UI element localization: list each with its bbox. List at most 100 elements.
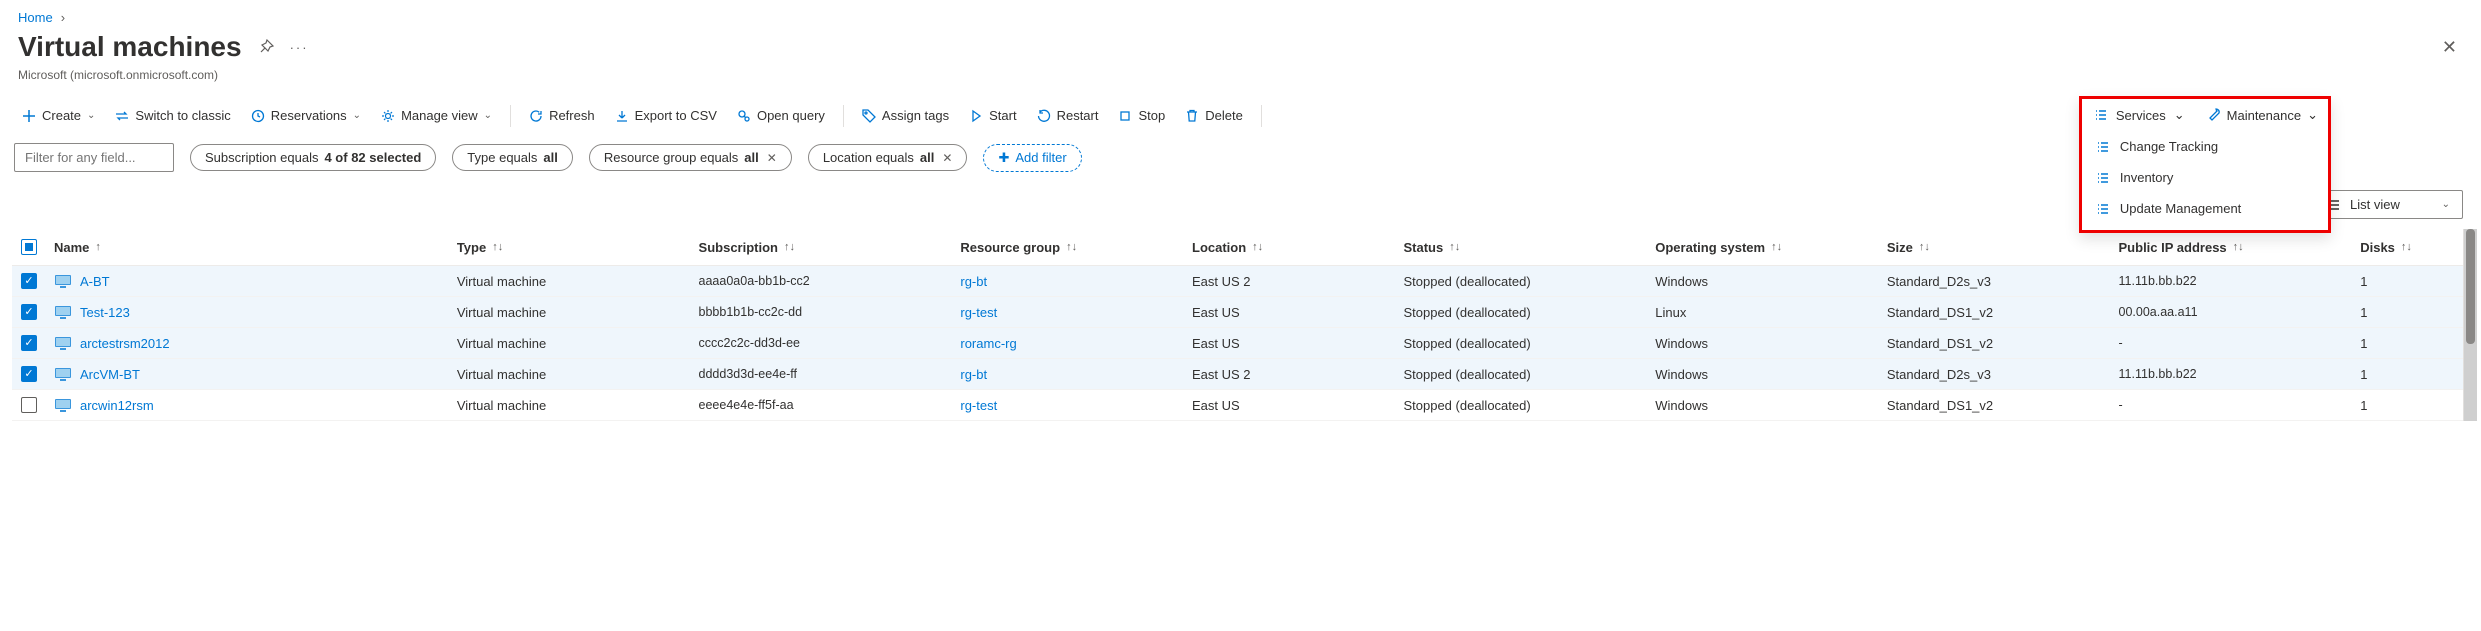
cell-name: A-BT (46, 270, 449, 293)
col-disks[interactable]: Disks↑↓ (2352, 236, 2463, 259)
col-size[interactable]: Size↑↓ (1879, 236, 2111, 259)
close-icon[interactable]: ✕ (2436, 31, 2463, 64)
filter-pill-type[interactable]: Type equals all (452, 144, 573, 171)
cell-status: Stopped (deallocated) (1395, 270, 1647, 293)
cell-rg: rg-bt (952, 270, 1184, 293)
filter-input[interactable] (14, 143, 174, 172)
cell-os: Windows (1647, 270, 1879, 293)
manage-view-button[interactable]: Manage view ⌄ (373, 102, 500, 129)
cell-status: Stopped (deallocated) (1395, 363, 1647, 386)
row-checkbox[interactable] (21, 366, 37, 382)
table-row[interactable]: ArcVM-BT Virtual machinedddd3d3d-ee4e-ff r… (12, 359, 2463, 390)
maintenance-label[interactable]: Maintenance (2227, 108, 2301, 123)
row-checkbox[interactable] (21, 273, 37, 289)
download-icon (615, 109, 629, 123)
gear-icon (381, 109, 395, 123)
clock-icon (251, 109, 265, 123)
toolbar-separator (510, 105, 511, 127)
query-icon (737, 109, 751, 123)
assign-tags-button[interactable]: Assign tags (854, 102, 957, 129)
refresh-button[interactable]: Refresh (521, 102, 603, 129)
cell-type: Virtual machine (449, 363, 691, 386)
cell-subscription: dddd3d3d-ee4e-ff (691, 363, 953, 385)
cell-size: Standard_D2s_v3 (1879, 363, 2111, 386)
sort-icon: ↑↓ (2233, 241, 2244, 253)
start-button[interactable]: Start (961, 102, 1024, 129)
vm-name-link[interactable]: ArcVM-BT (80, 367, 140, 382)
rg-link[interactable]: roramc-rg (960, 336, 1016, 351)
table-row[interactable]: arctestrsm2012Virtual machinecccc2c2c-dd… (12, 328, 2463, 359)
row-checkbox[interactable] (21, 335, 37, 351)
cell-location: East US (1184, 394, 1395, 417)
cell-pip: 00.00a.aa.a11 (2111, 301, 2353, 323)
vm-name-link[interactable]: A-BT (80, 274, 110, 289)
stop-button[interactable]: Stop (1110, 102, 1173, 129)
vm-icon (54, 398, 72, 412)
cell-os: Windows (1647, 363, 1879, 386)
col-name[interactable]: Name↑ (46, 236, 449, 259)
vm-name-link[interactable]: arctestrsm2012 (80, 336, 170, 351)
filter-pill-rg[interactable]: Resource group equals all ✕ (589, 144, 792, 171)
restart-label: Restart (1057, 108, 1099, 123)
services-item-update-management[interactable]: Update Management (2082, 193, 2328, 224)
chevron-right-icon: › (61, 10, 65, 25)
restart-button[interactable]: Restart (1029, 102, 1107, 129)
filter-pill-subscription[interactable]: Subscription equals 4 of 82 selected (190, 144, 436, 171)
col-disks-label: Disks (2360, 240, 2395, 255)
refresh-icon (529, 109, 543, 123)
col-type[interactable]: Type↑↓ (449, 236, 691, 259)
vm-icon (54, 336, 72, 350)
add-filter-button[interactable]: ✚ Add filter (983, 144, 1081, 172)
cell-pip: - (2111, 332, 2353, 354)
select-all-checkbox[interactable] (21, 239, 37, 255)
col-status-label: Status (1403, 240, 1443, 255)
delete-button[interactable]: Delete (1177, 102, 1251, 129)
reservations-button[interactable]: Reservations ⌄ (243, 102, 369, 129)
table-row[interactable]: arcwin12rsmVirtual machineeeee4e4e-ff5f-… (12, 390, 2463, 421)
col-pip[interactable]: Public IP address↑↓ (2111, 236, 2353, 259)
create-button[interactable]: Create ⌄ (14, 102, 103, 129)
cell-subscription: cccc2c2c-dd3d-ee (691, 332, 953, 354)
more-icon[interactable]: ··· (290, 40, 309, 55)
breadcrumb-home[interactable]: Home (18, 10, 53, 25)
cell-location: East US 2 (1184, 363, 1395, 386)
manage-view-label: Manage view (401, 108, 478, 123)
scrollbar-thumb[interactable] (2466, 229, 2475, 344)
services-label[interactable]: Services (2116, 108, 2166, 123)
vm-name-link[interactable]: Test-123 (80, 305, 130, 320)
rg-link[interactable]: rg-test (960, 305, 997, 320)
table-row[interactable]: A-BTVirtual machineaaaa0a0a-bb1b-cc2rg-b… (12, 266, 2463, 297)
services-item-change-tracking[interactable]: Change Tracking (2082, 131, 2328, 162)
col-status[interactable]: Status↑↓ (1395, 236, 1647, 259)
tags-label: Assign tags (882, 108, 949, 123)
services-dropdown: Services ⌄ Maintenance ⌄ Change Tracking… (2079, 96, 2331, 233)
col-rg[interactable]: Resource group↑↓ (952, 236, 1184, 259)
vm-name-link[interactable]: arcwin12rsm (80, 398, 154, 413)
services-item-inventory[interactable]: Inventory (2082, 162, 2328, 193)
export-csv-button[interactable]: Export to CSV (607, 102, 725, 129)
filter-pill-location[interactable]: Location equals all ✕ (808, 144, 968, 171)
scrollbar[interactable] (2463, 229, 2477, 421)
pill-prefix: Location equals (823, 150, 914, 165)
pin-icon[interactable] (258, 39, 274, 55)
rg-link[interactable]: rg-bt (960, 367, 987, 382)
cell-pip: 11.11b.bb.b22 (2111, 363, 2353, 385)
col-location[interactable]: Location↑↓ (1184, 236, 1395, 259)
switch-classic-button[interactable]: Switch to classic (107, 102, 238, 129)
clear-icon[interactable]: ✕ (942, 151, 952, 165)
rg-link[interactable]: rg-bt (960, 274, 987, 289)
col-subscription[interactable]: Subscription↑↓ (691, 236, 953, 259)
table-row[interactable]: Test-123Virtual machinebbbb1b1b-cc2c-ddr… (12, 297, 2463, 328)
col-os-label: Operating system (1655, 240, 1765, 255)
listview-selector[interactable]: List view ⌄ (2313, 190, 2463, 219)
cell-status: Stopped (deallocated) (1395, 394, 1647, 417)
cell-rg: rg-bt (952, 363, 1184, 386)
row-checkbox[interactable] (21, 304, 37, 320)
rg-link[interactable]: rg-test (960, 398, 997, 413)
col-os[interactable]: Operating system↑↓ (1647, 236, 1879, 259)
cell-size: Standard_DS1_v2 (1879, 332, 2111, 355)
row-checkbox[interactable] (21, 397, 37, 413)
open-query-button[interactable]: Open query (729, 102, 833, 129)
cell-name: arcwin12rsm (46, 394, 449, 417)
clear-icon[interactable]: ✕ (767, 151, 777, 165)
